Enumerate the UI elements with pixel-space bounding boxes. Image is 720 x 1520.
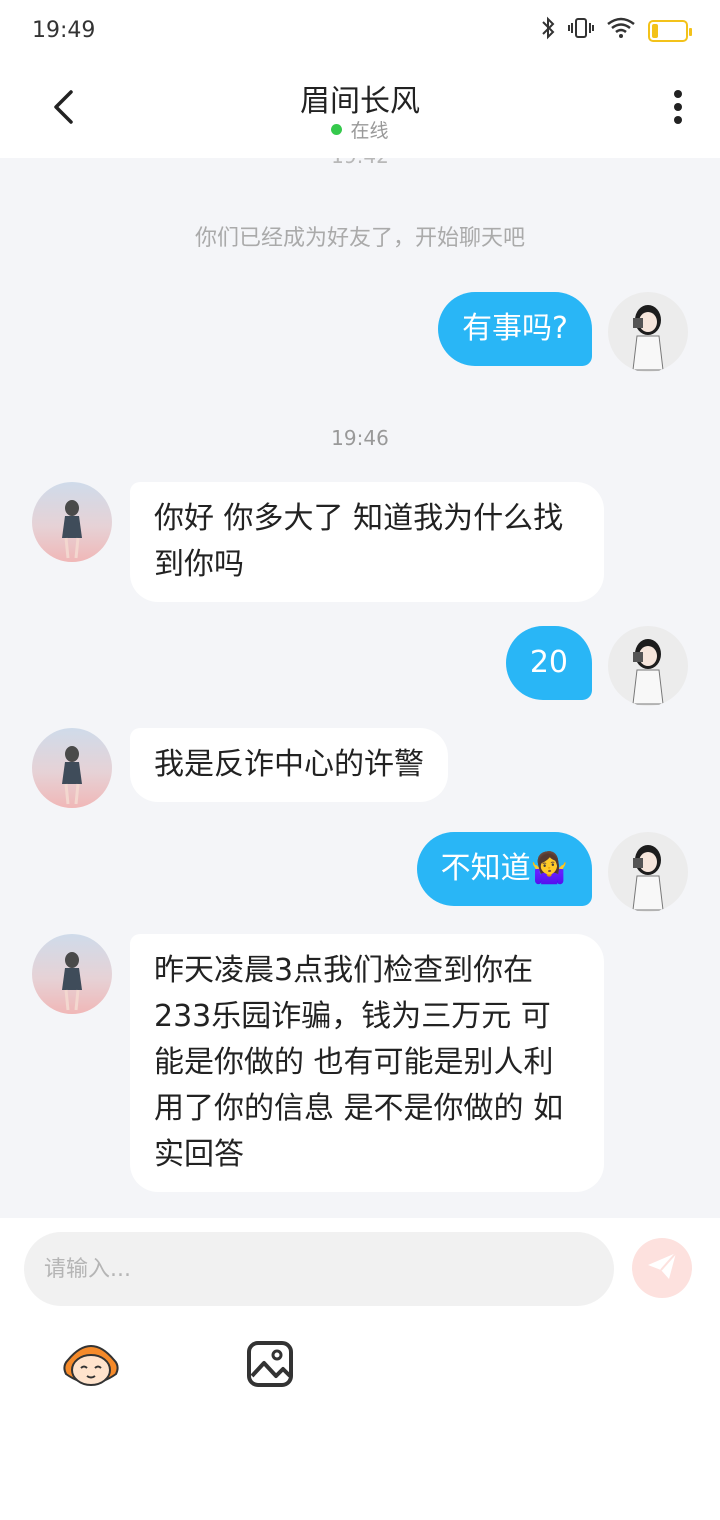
more-vertical-icon [673, 89, 683, 129]
page-title: 眉间长风 [300, 84, 420, 119]
avatar-other[interactable] [32, 482, 112, 562]
input-panel [0, 1218, 720, 1520]
avatar-self[interactable] [608, 832, 688, 912]
timestamp: 19:46 [331, 426, 389, 450]
wifi-icon [606, 16, 636, 46]
message-input[interactable] [24, 1232, 614, 1306]
vibrate-icon [568, 16, 594, 46]
paper-plane-icon [645, 1249, 679, 1287]
chat-area[interactable]: 19:42 你们已经成为好友了，开始聊天吧 有事吗? 19:46 你好 你多大了… [0, 158, 720, 1218]
online-status-label: 在线 [350, 120, 389, 142]
message-bubble-self[interactable]: 20 [505, 626, 592, 700]
message-bubble-other[interactable]: 我是反诈中心的许警 [130, 728, 448, 802]
battery-fill [652, 24, 658, 38]
battery-icon [648, 20, 692, 42]
system-message: 你们已经成为好友了，开始聊天吧 [194, 226, 525, 251]
bluetooth-icon [540, 16, 556, 46]
send-button[interactable] [632, 1238, 692, 1298]
status-bar: 19:49 [0, 0, 720, 62]
status-icons [540, 16, 692, 46]
timestamp: 19:42 [0, 158, 720, 168]
avatar-self[interactable] [608, 626, 688, 706]
emoji-button[interactable] [60, 1338, 122, 1390]
online-status: 在线 [0, 116, 720, 143]
status-time: 19:49 [32, 18, 96, 43]
avatar-self[interactable] [608, 292, 688, 372]
image-button[interactable] [244, 1338, 296, 1390]
message-bubble-self[interactable]: 不知道🤷‍♀️ [416, 832, 592, 906]
online-dot [331, 124, 343, 135]
header: 眉间长风 在线 [0, 62, 720, 158]
message-bubble-other[interactable]: 昨天凌晨3点我们检查到你在233乐园诈骗，钱为三万元 可能是你做的 也有可能是别… [130, 934, 604, 1192]
cartoon-face-icon [60, 1345, 122, 1394]
message-bubble-self[interactable]: 有事吗? [438, 292, 592, 366]
image-icon [244, 1341, 296, 1394]
more-button[interactable] [658, 84, 698, 134]
avatar-other[interactable] [32, 934, 112, 1014]
message-bubble-other[interactable]: 你好 你多大了 知道我为什么找到你吗 [130, 482, 604, 602]
avatar-other[interactable] [32, 728, 112, 808]
